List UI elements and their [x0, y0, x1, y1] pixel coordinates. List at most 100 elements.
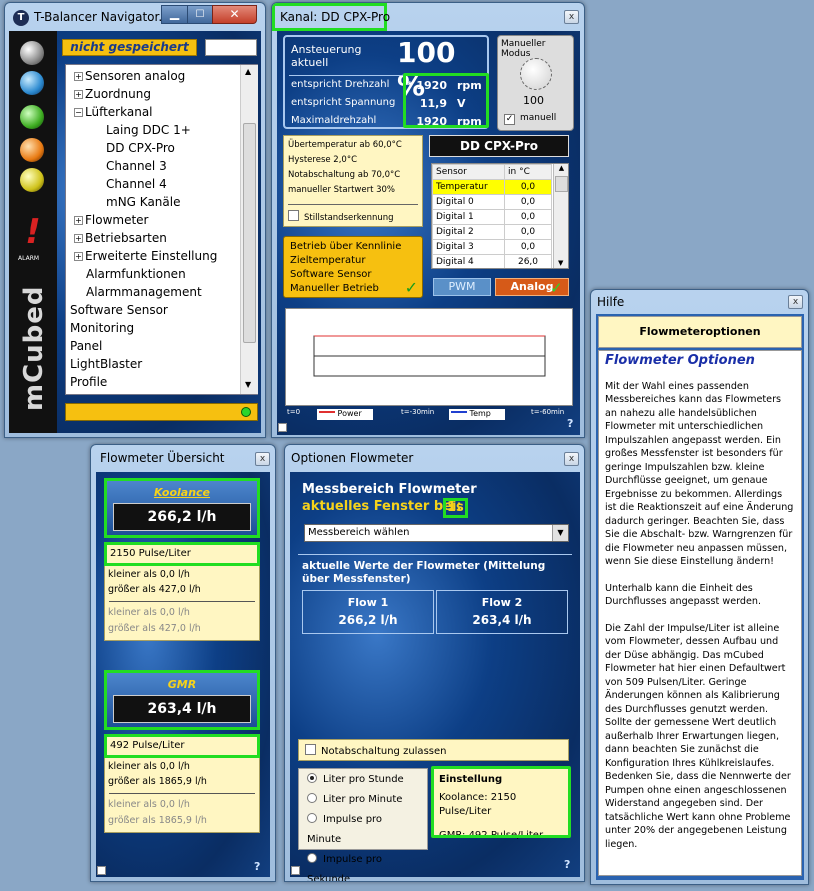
minimize-button[interactable]: ▁: [161, 5, 188, 24]
messbereich-title: Messbereich Flowmeter: [302, 482, 477, 497]
scroll-up-icon[interactable]: ▲: [245, 67, 251, 76]
window-title: Kanal: DD CPX-Pro: [280, 10, 391, 24]
expand-icon[interactable]: +: [74, 234, 83, 243]
resize-handle[interactable]: [97, 866, 106, 875]
blue-led-icon[interactable]: [20, 71, 44, 95]
close-button[interactable]: ✕: [212, 5, 257, 24]
yellow-led-icon[interactable]: [20, 168, 44, 192]
betrieb-option[interactable]: Software Sensor: [290, 268, 416, 282]
help-icon[interactable]: ?: [567, 417, 573, 430]
expand-icon[interactable]: +: [74, 72, 83, 81]
tree-item[interactable]: Channel 4: [106, 177, 167, 191]
close-button[interactable]: x: [564, 452, 579, 466]
tree-item[interactable]: Monitoring: [70, 321, 134, 335]
tree-item[interactable]: Panel: [70, 339, 102, 353]
scroll-up-icon[interactable]: ▲: [554, 164, 568, 172]
table-row[interactable]: Digital 3 0,0: [432, 239, 552, 255]
sensor-name: Digital 1: [432, 209, 505, 225]
radio-icon[interactable]: [307, 793, 317, 803]
sensor-scrollbar[interactable]: ▲ ▼: [553, 164, 568, 268]
close-button[interactable]: x: [564, 10, 579, 24]
collapse-icon[interactable]: −: [74, 108, 83, 117]
tree-item[interactable]: Alarmmanagement: [86, 285, 202, 299]
tree-item[interactable]: Alarmfunktionen: [86, 267, 186, 281]
table-row[interactable]: Digital 4 26,0: [432, 254, 552, 268]
radio-icon[interactable]: [307, 813, 317, 823]
maximize-button[interactable]: ☐: [187, 5, 213, 24]
table-row[interactable]: Digital 0 0,0: [432, 194, 552, 210]
help-paragraph: Die Zahl der Impulse/Liter ist alleine v…: [605, 622, 791, 850]
tree-item[interactable]: + Betriebsarten: [74, 231, 167, 245]
table-row[interactable]: Digital 2 0,0: [432, 224, 552, 240]
flowmeter-name[interactable]: GMR: [107, 678, 257, 691]
messbereich-select[interactable]: Messbereich wählen ▼: [304, 524, 569, 542]
flowmeter-name[interactable]: Koolance: [107, 486, 257, 499]
scroll-thumb[interactable]: [243, 123, 256, 343]
column-header[interactable]: in °C: [504, 164, 552, 180]
column-header[interactable]: Sensor: [432, 164, 505, 180]
notabschaltung-checkbox[interactable]: Notabschaltung zulassen: [298, 739, 569, 761]
tree-item[interactable]: + Sensoren analog: [74, 69, 185, 83]
betrieb-option[interactable]: Zieltemperatur: [290, 254, 416, 268]
power-line-frame: [313, 335, 546, 357]
close-button[interactable]: x: [255, 452, 270, 466]
expand-icon[interactable]: +: [74, 90, 83, 99]
info-line: Hysterese 2,0°C: [288, 155, 358, 165]
chevron-down-icon[interactable]: ▼: [552, 525, 568, 541]
expand-icon[interactable]: +: [74, 252, 83, 261]
help-icon[interactable]: ?: [564, 858, 570, 871]
optionen-body: Messbereich Flowmeter aktuelles Fenster …: [290, 472, 580, 881]
tree-item[interactable]: LightBlaster: [70, 357, 142, 371]
expand-icon[interactable]: +: [74, 216, 83, 225]
resize-handle[interactable]: [278, 423, 287, 432]
tree-item[interactable]: − Lüfterkanal: [74, 105, 153, 119]
close-button[interactable]: x: [788, 295, 803, 309]
manual-checkbox[interactable]: ✓ manuell: [504, 113, 556, 125]
help-icon[interactable]: ?: [254, 860, 260, 873]
white-led-icon[interactable]: [20, 41, 44, 65]
alarm-icon[interactable]: !: [21, 214, 45, 254]
ansteuerung-label: Ansteuerung: [291, 43, 362, 56]
betrieb-option[interactable]: Manueller Betrieb: [290, 282, 416, 296]
tree-item[interactable]: + Flowmeter: [74, 213, 149, 227]
flow-name: Flow 1: [347, 596, 389, 609]
scroll-down-icon[interactable]: ▼: [245, 380, 251, 389]
flowmeter-value: 263,4 l/h: [113, 695, 251, 723]
green-led-icon[interactable]: [20, 105, 44, 129]
tree-item[interactable]: Channel 3: [106, 159, 167, 173]
unit-radio[interactable]: Impulse pro Sekunde: [307, 850, 419, 881]
tree-item[interactable]: Profile: [70, 375, 107, 389]
sensor-value: 0,0: [504, 239, 552, 255]
table-row[interactable]: Digital 1 0,0: [432, 209, 552, 225]
unit-radio[interactable]: Impulse pro Minute: [307, 810, 419, 850]
tree-item[interactable]: Software Sensor: [70, 303, 168, 317]
table-row[interactable]: Temperatur 0,0: [432, 179, 552, 195]
manual-knob[interactable]: [520, 58, 552, 90]
tree-item[interactable]: + Zuordnung: [74, 87, 151, 101]
tree-item-label: Lüfterkanal: [85, 105, 153, 119]
unit-radio[interactable]: Liter pro Stunde: [307, 770, 419, 790]
pwm-button[interactable]: PWM: [433, 278, 491, 296]
resize-handle[interactable]: [291, 866, 300, 875]
divider: [288, 204, 418, 205]
tree-item[interactable]: DD CPX-Pro: [106, 141, 175, 155]
tree-item[interactable]: Laing DDC 1+: [106, 123, 191, 137]
orange-led-icon[interactable]: [20, 138, 44, 162]
manual-mode-panel: Manueller Modus 100 ✓ manuell: [497, 35, 574, 131]
einstellung-highlight: [431, 766, 571, 838]
stillstand-checkbox[interactable]: Stillstandserkennung: [288, 210, 394, 226]
tree-scrollbar[interactable]: ▲ ▼: [240, 65, 258, 394]
tree-item[interactable]: Optionen: [70, 393, 125, 394]
tree-item[interactable]: + Erweiterte Einstellung: [74, 249, 217, 263]
info-panel: Übertemperatur ab 60,0°C Hysterese 2,0°C N…: [283, 135, 423, 227]
tree-item-label: Betriebsarten: [85, 231, 167, 245]
radio-icon[interactable]: [307, 773, 317, 783]
optionen-window: Optionen Flowmeter x Messbereich Flowmet…: [284, 444, 585, 882]
unit-radio[interactable]: Liter pro Minute: [307, 790, 419, 810]
betrieb-option[interactable]: Betrieb über Kennlinie: [290, 240, 416, 254]
tree-item[interactable]: mNG Kanäle: [106, 195, 180, 209]
ansteuerung-panel: Ansteuerung aktuell 100 % entspricht Dre…: [283, 35, 489, 129]
scroll-thumb[interactable]: [555, 176, 568, 192]
radio-icon[interactable]: [307, 853, 317, 863]
scroll-down-icon[interactable]: ▼: [558, 259, 563, 267]
